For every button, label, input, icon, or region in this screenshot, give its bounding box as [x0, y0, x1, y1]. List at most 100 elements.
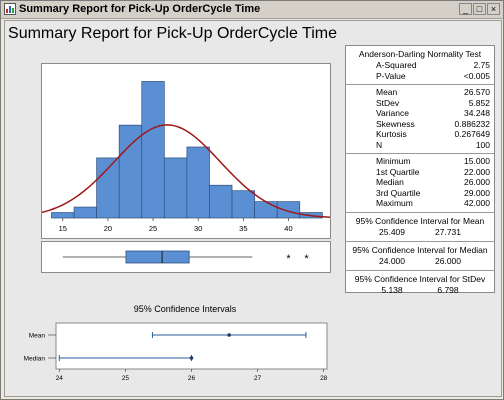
- normality-test-section: Anderson-Darling Normality Test A-Square…: [346, 46, 494, 85]
- stat-label: 3rd Quartile: [376, 187, 421, 198]
- stat-row: P-Value <0.005: [346, 71, 494, 82]
- ci-median-values: 24.000 26.000: [346, 256, 494, 267]
- report-title: Summary Report for Pick-Up OrderCycle Ti…: [8, 25, 337, 42]
- histogram-bar: [254, 201, 278, 219]
- moments-section: Mean 26.570 StDev 5.852 Variance 34.248 Ske…: [346, 85, 494, 154]
- stat-row: Kurtosis 0.267649: [346, 129, 494, 140]
- stat-value: 29.000: [464, 187, 490, 198]
- stat-label: Median: [376, 177, 404, 187]
- stat-label: N: [376, 139, 383, 150]
- histogram-bar: [231, 190, 255, 219]
- ci-row-label: Median: [24, 356, 46, 363]
- stat-value: 5.852: [468, 97, 490, 108]
- stat-value: 22.000: [464, 166, 490, 177]
- x-tick-label: 25: [149, 224, 157, 233]
- x-tick-label: 15: [59, 224, 67, 233]
- report-content: Summary Report for Pick-Up OrderCycle Ti…: [4, 20, 502, 397]
- ci-median-title: 95% Confidence Interval for Median: [352, 244, 488, 255]
- confidence-interval-chart: Mean Median 24 25 26 27 28: [24, 322, 328, 382]
- stat-label: Maximum: [376, 198, 413, 208]
- ci-stdev-title: 95% Confidence Interval for StDev: [354, 273, 486, 284]
- iqr-box: [125, 250, 190, 264]
- histogram-bar: [186, 146, 210, 219]
- title-bar[interactable]: Summary Report for Pick-Up OrderCycle Ti…: [1, 1, 503, 19]
- stat-value: 26.570: [464, 87, 490, 97]
- stat-row: Median 26.000: [346, 177, 494, 188]
- normality-test-title: Anderson-Darling Normality Test: [358, 49, 482, 59]
- ci-mean-section: 95% Confidence Interval for Mean 25.409 …: [346, 213, 494, 242]
- stat-value: 15.000: [464, 156, 490, 166]
- ci-row-label: Mean: [29, 333, 46, 340]
- boxplot-panel: * *: [41, 241, 331, 273]
- boxplot-chart: * *: [62, 250, 309, 265]
- statistics-panel: Anderson-Darling Normality Test A-Square…: [345, 45, 495, 295]
- stat-value: 100: [475, 139, 490, 150]
- close-button[interactable]: ×: [487, 3, 500, 15]
- stat-value: 0.267649: [454, 129, 490, 139]
- stat-row: N 100: [346, 140, 494, 151]
- ci-stdev-high: 6.798: [437, 284, 459, 295]
- stat-label: StDev: [376, 97, 400, 108]
- histogram-bar: [163, 157, 188, 219]
- histogram-bar: [141, 81, 165, 219]
- maximize-button[interactable]: □: [473, 3, 486, 15]
- ci-x-tick-label: 28: [320, 375, 328, 382]
- x-tick-label: 40: [284, 224, 292, 233]
- stat-row: Maximum 42.000: [346, 198, 494, 209]
- ci-stdev-values: 5.138 6.798: [346, 285, 494, 296]
- ci-stdev-section: 95% Confidence Interval for StDev 5.138 …: [346, 271, 494, 299]
- histogram-bar: [276, 201, 301, 219]
- stat-row: StDev 5.852: [346, 98, 494, 109]
- stat-row: Skewness 0.886232: [346, 119, 494, 130]
- histogram-bar: [96, 157, 120, 219]
- stat-label: Mean: [376, 87, 398, 97]
- ci-mean-values: 25.409 27.731: [346, 227, 494, 238]
- histogram-bar: [118, 124, 143, 219]
- ci-x-tick-label: 27: [254, 375, 262, 382]
- ci-median-section: 95% Confidence Interval for Median 24.00…: [346, 242, 494, 271]
- ci-stdev-low: 5.138: [381, 284, 403, 295]
- stat-value: <0.005: [463, 70, 490, 81]
- stat-label: 1st Quartile: [376, 166, 420, 177]
- ci-x-tick-label: 24: [56, 375, 64, 382]
- window-title: Summary Report for Pick-Up OrderCycle Ti…: [19, 3, 261, 15]
- stat-row: A-Squared 2.75: [346, 60, 494, 71]
- histogram-bar: [51, 212, 75, 219]
- quartiles-section: Minimum 15.000 1st Quartile 22.000 Median 2…: [346, 154, 494, 213]
- histogram-bar: [209, 184, 233, 219]
- stat-row: Mean 26.570: [346, 87, 494, 98]
- ci-median-high: 26.000: [435, 255, 461, 266]
- stat-value: 2.75: [473, 60, 490, 70]
- stat-label: P-Value: [376, 70, 406, 81]
- stat-label: Variance: [376, 108, 409, 118]
- histogram-panel: 15 20 25 30 35 40: [41, 63, 331, 239]
- minitab-graph-icon: [4, 3, 16, 15]
- ci-point-estimate: [189, 356, 194, 360]
- ci-median-low: 24.000: [379, 255, 405, 266]
- stat-label: Kurtosis: [376, 129, 407, 139]
- stat-row: 3rd Quartile 29.000: [346, 188, 494, 199]
- x-tick-label: 30: [194, 224, 202, 233]
- stat-value: 34.248: [464, 108, 490, 118]
- ci-mean-high: 27.731: [435, 226, 461, 237]
- stat-label: Minimum: [376, 156, 411, 166]
- report-window: Summary Report for Pick-Up OrderCycle Ti…: [0, 0, 504, 400]
- histogram-chart: 15 20 25 30 35 40: [41, 81, 331, 233]
- x-tick-label: 35: [239, 224, 247, 233]
- stat-row: Variance 34.248: [346, 108, 494, 119]
- ci-mean-title: 95% Confidence Interval for Mean: [355, 215, 485, 226]
- stat-value: 0.886232: [454, 118, 490, 129]
- stat-value: 42.000: [464, 198, 490, 208]
- ci-point-estimate: [227, 333, 231, 337]
- ci-x-tick-label: 26: [188, 375, 196, 382]
- outlier-marker: *: [286, 253, 291, 265]
- ci-plot-title: 95% Confidence Intervals: [133, 304, 237, 314]
- x-tick-label: 20: [104, 224, 112, 233]
- stat-row: 1st Quartile 22.000: [346, 167, 494, 178]
- ci-x-tick-label: 25: [122, 375, 130, 382]
- stat-row: Minimum 15.000: [346, 156, 494, 167]
- minimize-button[interactable]: _: [459, 3, 472, 15]
- stat-label: Skewness: [376, 118, 415, 129]
- histogram-bar: [73, 206, 97, 219]
- ci-mean-low: 25.409: [379, 226, 405, 237]
